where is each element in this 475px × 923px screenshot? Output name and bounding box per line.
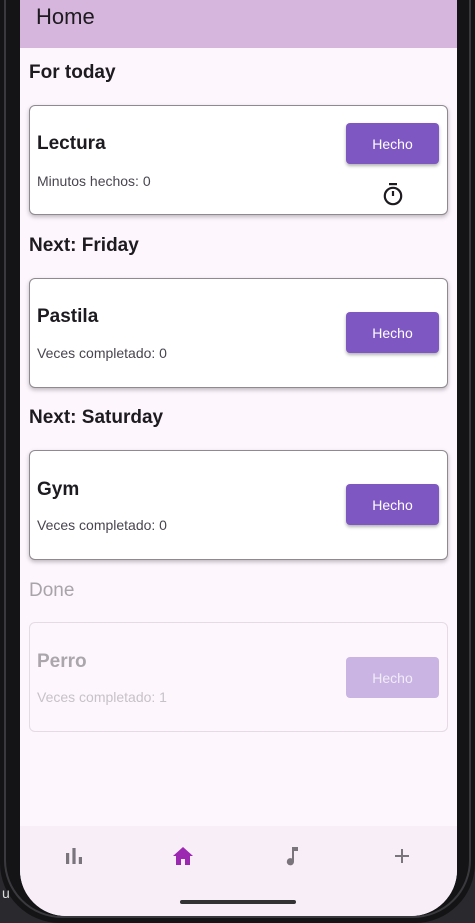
hecho-button[interactable]: Hecho xyxy=(346,312,439,353)
hecho-button[interactable]: Hecho xyxy=(346,657,439,698)
habit-card-lectura[interactable]: Lectura Minutos hechos: 0 Hecho xyxy=(29,105,448,215)
habit-title: Pastila xyxy=(37,306,99,327)
habit-title: Lectura xyxy=(37,133,106,154)
timer-icon[interactable] xyxy=(382,182,404,206)
habit-title: Gym xyxy=(37,479,80,500)
hecho-button[interactable]: Hecho xyxy=(346,123,439,164)
habit-card-perro[interactable]: Perro Veces completado: 1 Hecho xyxy=(29,622,448,732)
habit-progress: Veces completado: 0 xyxy=(37,345,167,361)
habit-progress: Veces completado: 0 xyxy=(37,517,167,533)
section-title-today: For today xyxy=(29,62,116,83)
background-text: u xyxy=(2,885,10,901)
section-title-done: Done xyxy=(29,580,75,601)
bottom-navigation xyxy=(20,826,457,916)
phone-screen: Home For today Lectura Minutos hechos: 0… xyxy=(20,0,457,916)
habit-progress: Minutos hechos: 0 xyxy=(37,173,151,189)
section-title-saturday: Next: Saturday xyxy=(29,407,164,428)
section-title-friday: Next: Friday xyxy=(29,235,139,256)
app-bar: Home xyxy=(20,0,457,48)
habit-progress: Veces completado: 1 xyxy=(37,689,167,705)
habit-card-pastila[interactable]: Pastila Veces completado: 0 Hecho xyxy=(29,278,448,388)
home-icon[interactable] xyxy=(171,844,195,868)
habit-card-gym[interactable]: Gym Veces completado: 0 Hecho xyxy=(29,450,448,560)
hecho-button[interactable]: Hecho xyxy=(346,484,439,525)
add-icon[interactable] xyxy=(390,844,414,868)
home-indicator[interactable] xyxy=(180,900,296,904)
habit-title: Perro xyxy=(37,651,87,672)
music-note-icon[interactable] xyxy=(280,844,304,868)
bar-chart-icon[interactable] xyxy=(62,844,86,868)
page-title: Home xyxy=(36,4,95,29)
